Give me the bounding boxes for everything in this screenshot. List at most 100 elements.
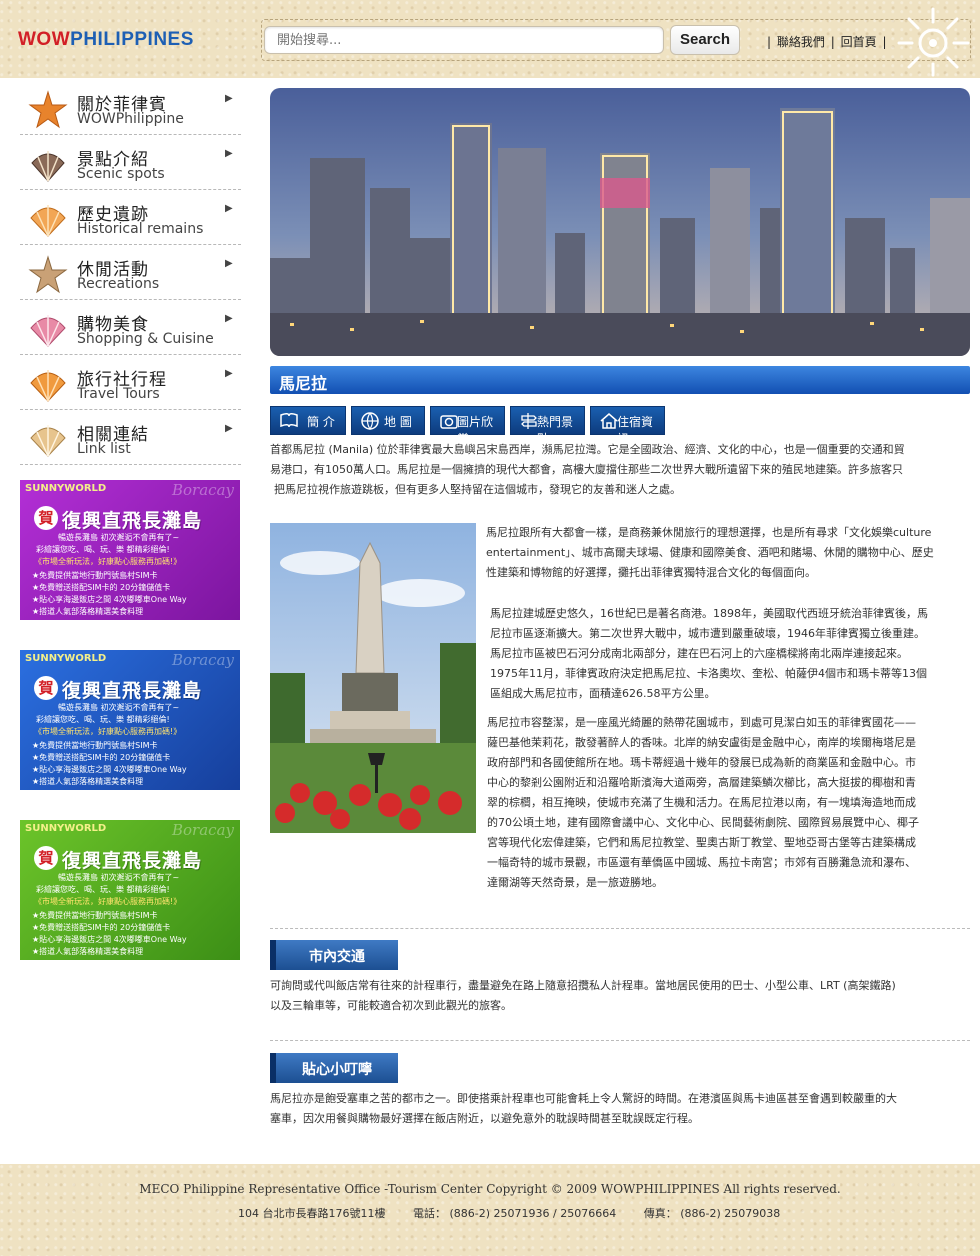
page-title-bar: 馬尼拉 <box>270 366 970 394</box>
search-input[interactable] <box>264 26 664 54</box>
ad-text: 《市場全新玩法，好康點心服務再加碼!》 <box>34 897 182 906</box>
text-line: 政府部門和各國使館所在地。瑪卡蒂經過十幾年的發展已成為新的商業區和金融中心。市 <box>487 756 916 769</box>
text-line: 馬尼拉建城歷史悠久，16世紀已是著名商港。1898年，美國取代西班牙統治菲律賓後… <box>490 607 928 620</box>
text-line: 區組成大馬尼拉市，面積達626.58平方公里。 <box>490 687 716 700</box>
sidebar-item-sublabel: Historical remains <box>77 221 204 237</box>
footer: MECO Philippine Representative Office -T… <box>0 1164 980 1256</box>
arrow-right-icon: ▶ <box>225 423 233 434</box>
text-line: 1975年11月，菲律賓政府決定把馬尼拉、卡洛奧坎、奎松、帕薩伊4個市和瑪卡蒂等… <box>490 667 927 680</box>
sidebar-item-shopping[interactable]: 購物美食 Shopping & Cuisine ▶ <box>20 300 241 355</box>
text-line: 塞車，因次用餐與購物最好選擇在飯店附近，以避免意外的耽誤時間甚至耽誤既定行程。 <box>270 1112 699 1125</box>
arrow-right-icon: ▶ <box>225 148 233 159</box>
text-line: 達爾湖等天然奇景，是一旅遊勝地。 <box>487 876 663 889</box>
boracay-ad-banner[interactable]: SUNNYWORLD Boracay 賀 復興直飛長灘島 暢遊長灘島 初次邂逅不… <box>20 650 240 790</box>
footer-phone: 電話： (886-2) 25071936 / 25076664 <box>412 1207 617 1220</box>
ad-script-text: Boracay <box>172 651 234 669</box>
arrow-right-icon: ▶ <box>225 203 233 214</box>
ad-text: 暢遊長灘島 初次邂逅不會再有了~ <box>58 703 180 712</box>
section-divider <box>270 928 970 929</box>
ad-script-text: Boracay <box>172 821 234 839</box>
text-line: 以及三輪車等，可能較適合初次到此觀光的旅客。 <box>270 999 512 1012</box>
separator: | <box>830 35 835 49</box>
tab-label: 簡 介 <box>307 415 335 429</box>
ad-bullet: ★免費提供當地行動門號島村SIM卡 <box>32 741 158 750</box>
starfish-icon <box>28 255 68 294</box>
ad-bullet: ★免費提供當地行動門號島村SIM卡 <box>32 571 158 580</box>
rizal-monument-photo <box>270 523 476 833</box>
sidebar-item-historical[interactable]: 歷史遺跡 Historical remains ▶ <box>20 190 241 245</box>
tab-hot-spots[interactable]: 熱門景點 <box>510 406 585 446</box>
boracay-ad-banner[interactable]: SUNNYWORLD Boracay 賀 復興直飛長灘島 暢遊長灘島 初次邂逅不… <box>20 480 240 620</box>
seashell-icon <box>30 205 66 237</box>
ad-text: 彩繪讓您吃、喝、玩、樂 都精彩絕倫! <box>36 545 170 554</box>
sidebar-item-sublabel: WOWPhilippine <box>77 111 184 127</box>
text-line: 中心的黎剎公園附近和沿羅哈斯濱海大道兩旁，高層建築鱗次櫛比，高大挺拔的椰樹和青 <box>487 776 916 789</box>
footer-copyright: MECO Philippine Representative Office -T… <box>139 1182 841 1196</box>
home-link[interactable]: 回首頁 <box>841 35 877 49</box>
camera-icon <box>440 415 458 429</box>
section-divider <box>270 1040 970 1041</box>
tab-photos[interactable]: 圖片欣賞 <box>430 406 505 446</box>
sidebar-item-sublabel: Recreations <box>77 276 160 292</box>
ad-brand: SUNNYWORLD <box>25 483 107 494</box>
text-line: 尼拉市區逐漸擴大。第二次世界大戰中，城市遭到嚴重破壞，1946年菲律賓獨立後重建… <box>490 627 925 640</box>
tab-accommodation[interactable]: 住宿資訊 <box>590 406 665 446</box>
separator: | <box>767 35 772 49</box>
top-links: | 聯絡我們 | 回首頁 | <box>766 33 887 50</box>
sidebar-item-tours[interactable]: 旅行社行程 Travel Tours ▶ <box>20 355 241 410</box>
text-line: 馬尼拉市區被巴石河分成南北兩部分，建在巴石河上的六座橋樑將南北兩岸連接起來。 <box>490 647 908 660</box>
tips-paragraph: 馬尼拉亦是飽受塞車之苦的都市之一。即使搭乘計程車也可能會耗上令人驚訝的時間。在港… <box>270 1089 970 1129</box>
text-line: 首都馬尼拉 (Manila) 位於菲律賓最大島嶼呂宋島西岸，瀕馬尼拉灣。它是全國… <box>270 443 905 456</box>
sidebar-item-sublabel: Shopping & Cuisine <box>77 331 214 347</box>
arrow-right-icon: ▶ <box>225 368 233 379</box>
sidebar-item-sublabel: Link list <box>77 441 131 457</box>
ad-badge: 賀 <box>34 676 58 700</box>
sidebar-item-links[interactable]: 相關連結 Link list ▶ <box>20 410 241 465</box>
ad-badge: 賀 <box>34 506 58 530</box>
ad-text: 暢遊長灘島 初次邂逅不會再有了~ <box>58 533 180 542</box>
ad-text: 暢遊長灘島 初次邂逅不會再有了~ <box>58 873 180 882</box>
sidebar-item-recreations[interactable]: 休閒活動 Recreations ▶ <box>20 245 241 300</box>
house-icon <box>600 413 618 429</box>
sidebar-item-about[interactable]: 關於菲律賓 WOWPhilippine ▶ <box>20 80 241 135</box>
footer-fax: 傳真： (886-2) 25079038 <box>643 1207 781 1220</box>
logo-philippines-text: PHILIPPINES <box>70 29 194 50</box>
contact-us-link[interactable]: 聯絡我們 <box>777 35 825 49</box>
separator: | <box>882 35 887 49</box>
paragraph-2: 馬尼拉建城歷史悠久，16世紀已是著名商港。1898年，美國取代西班牙統治菲律賓後… <box>490 604 966 704</box>
transport-paragraph: 可詢問或代叫飯店常有往來的計程車行，盡量避免在路上隨意招攬私人計程車。當地居民使… <box>270 976 970 1016</box>
boracay-ad-banner[interactable]: SUNNYWORLD Boracay 賀 復興直飛長灘島 暢遊長灘島 初次邂逅不… <box>20 820 240 960</box>
signpost-icon <box>521 413 537 429</box>
site-logo[interactable]: WOWPHILIPPINES <box>18 29 194 51</box>
ad-bullet: ★搭道人氣部落格精選美食料理 <box>32 777 144 786</box>
sidebar-item-scenic[interactable]: 景點介紹 Scenic spots ▶ <box>20 135 241 190</box>
text-line: 易港口，有1050萬人口。馬尼拉是一個擁擠的現代大都會，高樓大廈擋住那些二次世界… <box>270 463 903 476</box>
text-line: 薩巴基他茉莉花，散發著醉人的香味。北岸的納安盧街是金融中心，南岸的埃爾梅塔尼是 <box>487 736 916 749</box>
ad-text: 彩繪讓您吃、喝、玩、樂 都精彩絕倫! <box>36 715 170 724</box>
text-line: 馬尼拉市容整潔，是一座風光綺麗的熱帶花園城市，到處可見潔白如玉的菲律賓國花—— <box>487 716 916 729</box>
ad-bullet: ★免費贈送搭配SIM卡的 20分鐘儲值卡 <box>32 753 171 762</box>
arrow-right-icon: ▶ <box>225 93 233 104</box>
ad-brand: SUNNYWORLD <box>25 653 107 664</box>
text-line: 性建築和博物館的好選擇，攤托出菲律賓獨特混合文化的每個面向。 <box>486 566 816 579</box>
seashell-icon <box>31 151 65 182</box>
text-line: 的70公頃土地，建有國際會議中心、文化中心、民間藝術劇院、國際貿易展覽中心、椰子 <box>487 816 919 829</box>
logo-wow-text: WOW <box>18 29 71 50</box>
sidebar-item-sublabel: Scenic spots <box>77 166 165 182</box>
tab-map[interactable]: 地 圖 <box>351 406 425 435</box>
ad-brand: SUNNYWORLD <box>25 823 107 834</box>
sidebar-nav: 關於菲律賓 WOWPhilippine ▶ 景點介紹 Scenic spots … <box>20 80 241 465</box>
tab-intro[interactable]: 簡 介 <box>270 406 346 435</box>
text-line: 宮等現代化宏偉建築，它們和馬尼拉教堂、聖奧古斯丁教堂、聖地亞哥古堡等古建築構成 <box>487 836 916 849</box>
starfish-icon <box>28 90 68 129</box>
book-icon <box>280 412 298 428</box>
search-button[interactable]: Search <box>670 25 740 55</box>
seashell-icon <box>30 315 66 347</box>
ad-headline: 復興直飛長灘島 <box>62 850 203 872</box>
footer-address: 104 台北市長春路176號11樓 <box>238 1207 386 1220</box>
text-line: 把馬尼拉視作旅遊跳板，但有更多人堅持留在這個城市，發現它的友善和迷人之處。 <box>274 483 681 496</box>
sun-icon <box>897 7 970 77</box>
section-heading-transport: 市內交通 <box>270 940 398 970</box>
text-line: 翠的棕櫚，相互掩映，使城市充滿了生機和活力。在馬尼拉港以南，有一塊填海造地而成 <box>487 796 916 809</box>
text-line: 一幅奇特的城市景觀，市區還有華僑區中國城、馬拉卡南宮；市郊有百勝灘急流和瀑布、 <box>487 856 916 869</box>
